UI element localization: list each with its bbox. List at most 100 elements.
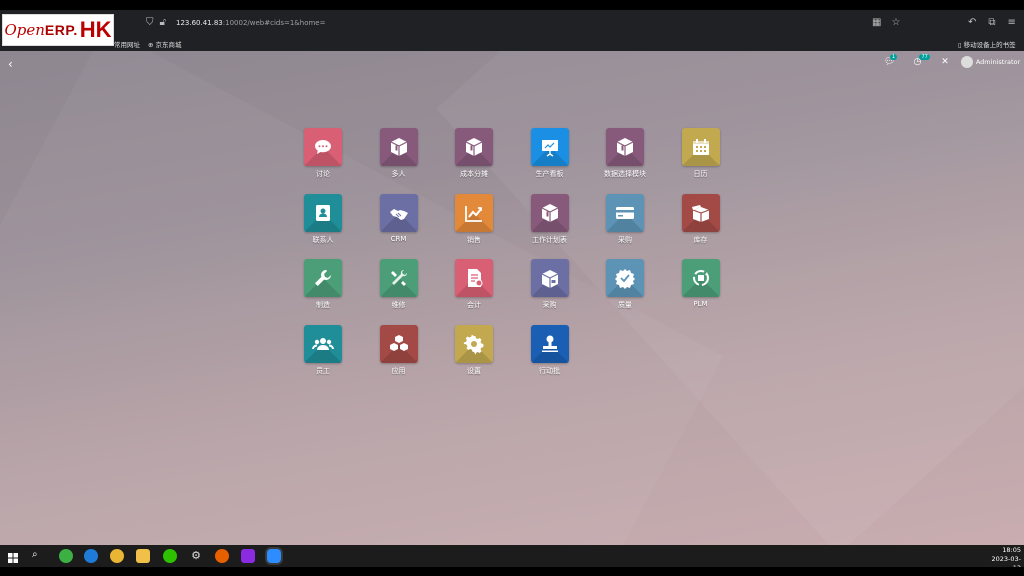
app-label: 日历: [693, 170, 708, 178]
app-tile[interactable]: 维修: [361, 259, 437, 323]
app-tile[interactable]: 库存: [663, 193, 739, 258]
app-tile[interactable]: 成本分摊: [436, 128, 512, 192]
app-tile[interactable]: 设置: [436, 324, 512, 389]
bookmark-item[interactable]: 常用网址: [114, 39, 140, 49]
app-label: 行动批: [539, 366, 560, 375]
bookmark-item[interactable]: ⊕ 京东商城: [148, 39, 182, 49]
logo-text-open: Open: [4, 21, 45, 39]
app-tile[interactable]: 数据选择模块: [587, 128, 663, 192]
app-tile[interactable]: 销售: [436, 193, 512, 258]
app-label: CRM: [390, 234, 407, 243]
app-label: 生产看板: [535, 170, 564, 178]
url-field[interactable]: 123.60.41.83:10002/web#cids=1&home=: [176, 19, 325, 27]
app-label: 讨论: [316, 170, 330, 178]
app-tile[interactable]: 员工: [285, 324, 361, 389]
bottom-strip: [0, 567, 1024, 576]
menu-icon[interactable]: ≡: [1008, 17, 1016, 29]
settings-gear-icon[interactable]: ⚙: [189, 549, 203, 563]
app-label: 多人: [391, 170, 406, 178]
app-label: 应用: [391, 366, 406, 375]
credit-card-icon: [606, 193, 644, 232]
messages-menu[interactable]: 💬︎ 1: [884, 54, 898, 67]
app-tile[interactable]: 联系人: [285, 193, 361, 258]
app-tile[interactable]: 制造: [285, 259, 361, 323]
app-purple-icon[interactable]: [241, 549, 255, 563]
app-label: 采购: [618, 235, 632, 244]
presentation-board-icon: [530, 128, 569, 166]
trend-chart-icon: [455, 193, 493, 232]
avatar: [960, 56, 973, 68]
search-icon[interactable]: ⌕: [32, 549, 46, 563]
address-book-icon: [304, 193, 342, 232]
app-tile[interactable]: 日历: [663, 128, 739, 192]
address-bar-icons: ⛉ 🔓︎: [146, 17, 166, 29]
qr-icon[interactable]: ▦: [872, 17, 881, 29]
cube-icon: [455, 128, 493, 166]
url-path: :10002/web#cids=1&home=: [222, 19, 326, 27]
app-tile[interactable]: 采购: [512, 259, 588, 323]
odoo-home-menu: ‹ 💬︎ 1 ◷ 77 ✕ Administrator 讨论 多人 成本分摊 生产看板…: [0, 51, 1024, 545]
app-tile[interactable]: 应用: [361, 324, 437, 389]
app-tile[interactable]: 讨论: [285, 128, 361, 192]
app-tile[interactable]: 生产看板: [512, 128, 588, 192]
app-label: 制造: [316, 301, 330, 309]
app-tile[interactable]: 采购: [587, 193, 663, 258]
meeting-app-icon[interactable]: [267, 549, 281, 563]
app-green-icon[interactable]: [59, 549, 73, 563]
messages-badge: 1: [890, 54, 898, 60]
chat-icon: [304, 128, 342, 166]
app-tile[interactable]: 多人: [361, 128, 437, 192]
package-icon: [530, 259, 569, 297]
activities-menu[interactable]: ◷ 77: [913, 54, 930, 67]
shield-icon[interactable]: ⛉: [146, 17, 154, 29]
app-tile[interactable]: 质量: [587, 259, 663, 323]
app-label: 销售: [467, 235, 481, 244]
calendar-icon: [681, 128, 720, 166]
mobile-bookmarks[interactable]: ▯ 移动设备上的书签: [958, 39, 1016, 49]
folder-icon: ▯: [958, 41, 962, 49]
undo-icon[interactable]: ↶: [968, 17, 976, 29]
app-tile[interactable]: 会计: [436, 259, 512, 323]
app-label: 员工: [316, 366, 330, 375]
handshake-icon: [379, 193, 418, 232]
openerp-hk-logo: Open ERP. HK: [2, 14, 114, 46]
address-bar-right-icons: ▦ ☆: [872, 17, 900, 29]
app-tile[interactable]: CRM: [361, 193, 437, 258]
chrome-browser-icon[interactable]: [110, 549, 124, 563]
app-tile[interactable]: 行动批: [512, 324, 588, 389]
clock-time: 18:05: [1002, 546, 1021, 554]
url-host: 123.60.41.83: [176, 19, 223, 27]
app-label: 工作计划表: [532, 235, 567, 244]
tools-icon: [379, 259, 418, 297]
cube-icon: [379, 128, 418, 166]
star-icon[interactable]: ☆: [891, 17, 900, 29]
app-label: 质量: [618, 301, 632, 309]
user-menu[interactable]: Administrator: [960, 56, 1021, 68]
globe-icon: ⊕: [148, 41, 154, 49]
app-tile[interactable]: 工作计划表: [512, 193, 588, 258]
edge-browser-icon[interactable]: [84, 549, 98, 563]
systray: 💬︎ 1 ◷ 77 ✕ Administrator: [884, 54, 1021, 68]
cube-icon: [530, 193, 569, 232]
browser-actions: ↶ ⧉ ≡: [968, 17, 1016, 29]
gear-icon: [455, 324, 493, 363]
extensions-icon[interactable]: ⧉: [988, 17, 995, 29]
wechat-icon[interactable]: [163, 549, 177, 563]
bookmark-label: 移动设备上的书签: [963, 41, 1016, 49]
windows-start-icon[interactable]: [7, 549, 21, 563]
logo-text-hk: HK: [79, 17, 112, 42]
bookmark-label: 京东商城: [155, 41, 182, 49]
firefox-icon[interactable]: [215, 549, 229, 563]
windows-taskbar: [0, 545, 1024, 567]
wrench-icon: [304, 259, 342, 297]
blocks-icon: [379, 324, 418, 363]
file-explorer-icon[interactable]: [136, 549, 150, 563]
close-icon[interactable]: ✕: [941, 57, 949, 67]
lock-warning-icon[interactable]: 🔓︎: [160, 17, 166, 29]
back-chevron-icon[interactable]: ‹: [8, 57, 13, 71]
app-tile[interactable]: PLM: [663, 259, 739, 323]
team-icon: [304, 324, 342, 363]
cube-icon: [606, 128, 644, 166]
app-label: 数据选择模块: [604, 170, 646, 178]
user-name: Administrator: [975, 58, 1021, 66]
